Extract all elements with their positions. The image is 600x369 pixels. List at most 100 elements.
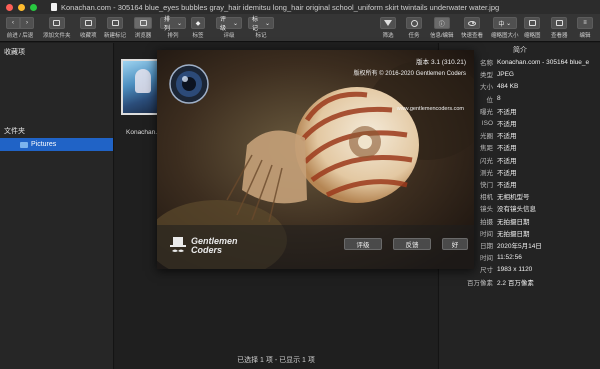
favorites-button[interactable] bbox=[80, 17, 97, 29]
info-value: 无拍摄日期 bbox=[497, 218, 530, 226]
mark-dropdown-text: 标记 bbox=[252, 17, 259, 32]
info-value: 不适用 bbox=[497, 182, 517, 189]
add-folder-item[interactable]: 添加文件夹 bbox=[43, 17, 71, 39]
mark-item[interactable]: 标记 ⌄ 标记 bbox=[248, 17, 274, 39]
brand-line-2: Coders bbox=[191, 245, 223, 255]
about-footer: Gentlemen Coders 评级 反馈 好 bbox=[157, 225, 474, 269]
viewer-item[interactable]: 查看器 bbox=[551, 17, 568, 39]
sort-label: 排列 bbox=[167, 33, 179, 39]
maximize-window-button[interactable] bbox=[30, 3, 37, 11]
info-edit-label: 信息/编辑 bbox=[430, 33, 454, 39]
rating-label: 评级 bbox=[223, 33, 235, 39]
info-value: 不适用 bbox=[497, 108, 517, 116]
minimize-window-button[interactable] bbox=[18, 3, 25, 11]
browser-icon bbox=[139, 20, 147, 26]
document-icon bbox=[51, 3, 57, 11]
tasks-icon bbox=[410, 19, 418, 27]
gentlemen-coders-logo: Gentlemen Coders bbox=[169, 236, 238, 256]
favorites-item[interactable]: 收藏项 bbox=[80, 17, 97, 39]
top-hat-icon bbox=[170, 237, 186, 252]
chevron-down-icon: ⌄ bbox=[176, 20, 182, 27]
feedback-button[interactable]: 反馈 bbox=[393, 238, 431, 250]
rating-dropdown[interactable]: 评级 ⌄ bbox=[216, 17, 242, 32]
favorites-icon bbox=[84, 20, 92, 26]
close-window-button[interactable] bbox=[6, 3, 13, 11]
sort-dropdown-text: 排列 bbox=[164, 17, 171, 32]
quick-view-button[interactable] bbox=[464, 17, 480, 29]
quick-view-label: 快速查看 bbox=[461, 33, 484, 39]
sort-item[interactable]: 排列 ⌄ 排列 bbox=[160, 17, 186, 39]
window-title: Konachan.com - 305164 blue_eyes bubbles … bbox=[51, 3, 499, 12]
tasks-item[interactable]: 任务 bbox=[406, 17, 422, 39]
thumb-size-item[interactable]: 中 ⌄ 缩略图大小 bbox=[491, 17, 519, 39]
tasks-label: 任务 bbox=[408, 33, 420, 39]
info-value: 484 KB bbox=[497, 82, 519, 90]
thumbnail-item[interactable]: 缩略图 bbox=[524, 17, 541, 39]
mark-label: 标记 bbox=[255, 33, 267, 39]
info-icon: ⓘ bbox=[438, 21, 445, 28]
back-button[interactable]: ‹ bbox=[6, 17, 20, 29]
new-tag-item[interactable]: 新建标记 bbox=[104, 17, 126, 39]
info-value: 不适用 bbox=[497, 133, 517, 141]
info-value: 不适用 bbox=[497, 145, 517, 153]
filter-button[interactable] bbox=[380, 17, 396, 29]
chevron-down-icon: ⌄ bbox=[506, 20, 512, 27]
info-value: 1983 x 1120 bbox=[497, 265, 533, 273]
rating-dropdown-text: 评级 bbox=[220, 17, 227, 32]
tags-item[interactable]: ◆ 标签 bbox=[191, 17, 205, 39]
rating-item[interactable]: 评级 ⌄ 评级 bbox=[216, 17, 242, 39]
new-tag-button[interactable] bbox=[107, 17, 123, 29]
info-value: JPEG bbox=[497, 70, 514, 78]
add-folder-button[interactable] bbox=[48, 17, 65, 29]
sliders-icon: ≡ bbox=[583, 20, 587, 26]
about-copyright: 版权所有 © 2016-2020 Gentlemen Coders bbox=[353, 71, 466, 77]
info-value: 无拍摄日期 bbox=[497, 230, 530, 238]
viewer-button[interactable] bbox=[551, 17, 568, 29]
sidebar: 收藏项 文件夹 Pictures bbox=[0, 43, 114, 369]
rate-button[interactable]: 评级 bbox=[344, 238, 382, 250]
browser-item[interactable]: 浏览器 bbox=[134, 17, 152, 39]
nav-label: 前进 / 后退 bbox=[6, 33, 34, 39]
filter-item[interactable]: 筛选 bbox=[380, 17, 396, 39]
browser-button[interactable] bbox=[134, 17, 152, 29]
folders-heading: 文件夹 bbox=[4, 128, 25, 135]
window-title-text: Konachan.com - 305164 blue_eyes bubbles … bbox=[61, 2, 500, 12]
thumbnail-button[interactable] bbox=[524, 17, 541, 29]
new-tag-label: 新建标记 bbox=[104, 33, 127, 39]
app-logo-icon bbox=[169, 64, 209, 104]
add-folder-icon bbox=[53, 20, 61, 26]
add-folder-label: 添加文件夹 bbox=[43, 33, 71, 39]
edit-item[interactable]: ≡ 编辑 bbox=[577, 17, 593, 39]
mark-dropdown[interactable]: 标记 ⌄ bbox=[248, 17, 274, 32]
edit-button[interactable]: ≡ bbox=[577, 17, 593, 29]
tags-button[interactable]: ◆ bbox=[191, 17, 205, 29]
tasks-button[interactable] bbox=[406, 17, 422, 29]
tag-icon: ◆ bbox=[195, 20, 201, 27]
filter-label: 筛选 bbox=[382, 33, 394, 39]
info-value: 2.2 百万像素 bbox=[497, 279, 534, 287]
status-text: 已选择 1 项 - 已显示 1 项 bbox=[237, 357, 315, 364]
about-url[interactable]: www.gentlemencoders.com bbox=[397, 106, 464, 112]
sort-dropdown[interactable]: 排列 ⌄ bbox=[160, 17, 186, 32]
info-value: 8 bbox=[497, 95, 501, 103]
thumb-size-dropdown[interactable]: 中 ⌄ bbox=[492, 17, 517, 29]
info-edit-button[interactable]: ⓘ bbox=[433, 17, 450, 29]
new-tag-icon bbox=[111, 20, 119, 26]
chevron-down-icon: ⌄ bbox=[264, 20, 270, 27]
folder-icon bbox=[20, 141, 28, 148]
viewer-label: 查看器 bbox=[551, 33, 568, 39]
favorites-heading: 收藏项 bbox=[4, 49, 25, 56]
chevron-down-icon: ⌄ bbox=[232, 20, 238, 27]
sidebar-item-pictures[interactable]: Pictures bbox=[0, 138, 113, 151]
info-value: 不适用 bbox=[497, 169, 517, 177]
about-dialog: 版本 3.1 (310.21) 版权所有 © 2016-2020 Gentlem… bbox=[157, 50, 474, 269]
ok-button[interactable]: 好 bbox=[442, 238, 468, 250]
info-edit-item[interactable]: ⓘ 信息/编辑 bbox=[430, 17, 454, 39]
info-value: 不适用 bbox=[497, 157, 517, 165]
edit-label: 编辑 bbox=[579, 33, 591, 39]
thumbnail-icon bbox=[528, 20, 536, 26]
quick-view-item[interactable]: 快速查看 bbox=[461, 17, 483, 39]
info-value: 11:52:56 bbox=[497, 253, 522, 261]
forward-button[interactable]: › bbox=[20, 17, 34, 29]
viewer-icon bbox=[555, 20, 563, 26]
